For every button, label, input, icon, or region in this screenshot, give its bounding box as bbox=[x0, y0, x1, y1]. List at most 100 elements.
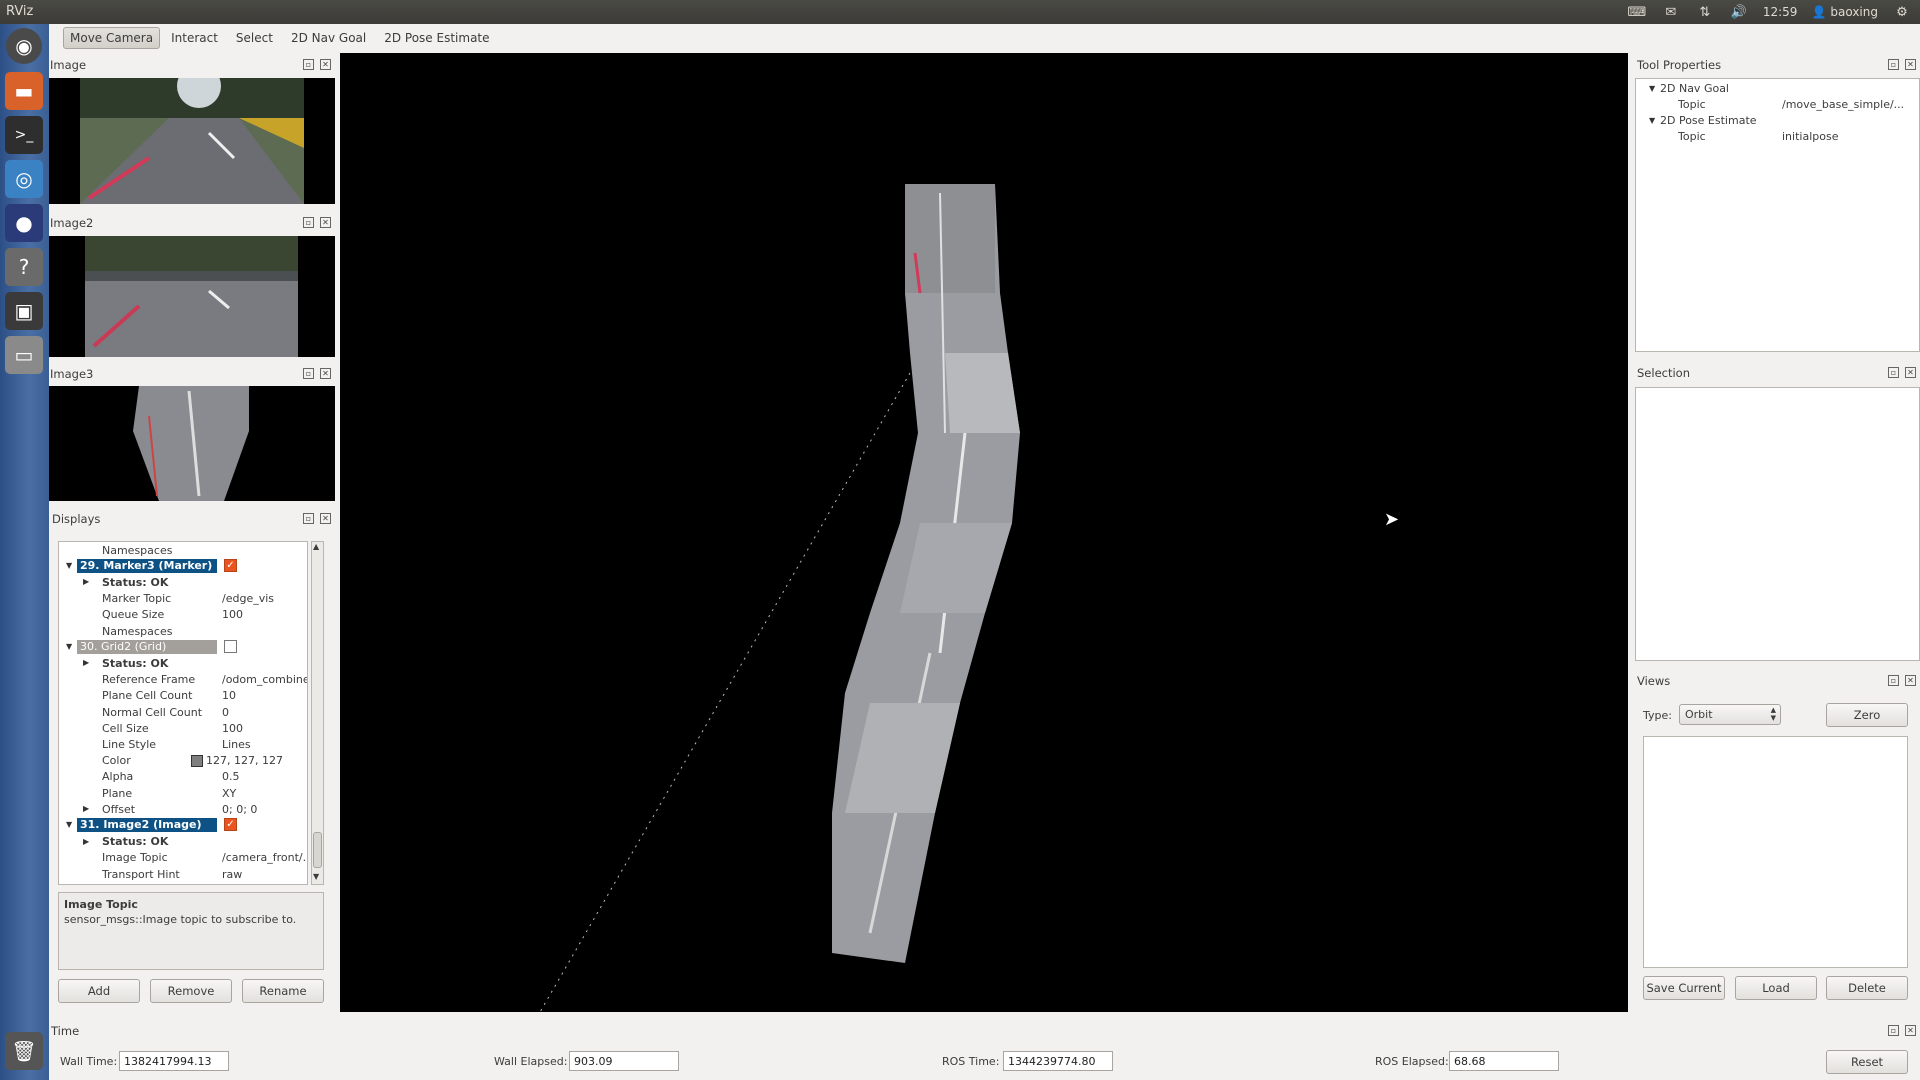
expand-arrow-icon[interactable]: ▶ bbox=[83, 804, 89, 813]
property-row[interactable]: Namespaces bbox=[59, 542, 304, 558]
tool-move-camera[interactable]: Move Camera bbox=[63, 27, 161, 49]
clock[interactable]: 12:59 bbox=[1763, 5, 1798, 19]
network-icon[interactable]: ⇅ bbox=[1695, 5, 1715, 20]
property-value[interactable]: 2 bbox=[222, 884, 307, 885]
display-name[interactable]: 29. Marker3 (Marker) bbox=[77, 559, 217, 574]
property-row[interactable]: Namespaces bbox=[59, 623, 304, 639]
close-icon[interactable]: ✕ bbox=[1905, 1025, 1916, 1036]
browser-icon[interactable]: ◎ bbox=[5, 160, 43, 198]
property-row[interactable]: Line Style Lines bbox=[59, 736, 304, 752]
tree-scrollbar[interactable]: ▲ ▼ bbox=[311, 541, 324, 885]
rename-button[interactable]: Rename bbox=[242, 979, 324, 1003]
zero-button[interactable]: Zero bbox=[1826, 703, 1908, 727]
tool-2d-pose-estimate[interactable]: 2D Pose Estimate bbox=[377, 27, 496, 49]
close-icon[interactable]: ✕ bbox=[320, 368, 331, 379]
property-value[interactable]: /camera_front/... bbox=[222, 851, 307, 864]
selection-tree[interactable] bbox=[1635, 387, 1920, 661]
ros-time-field[interactable]: 1344239774.80 bbox=[1003, 1051, 1113, 1071]
undock-icon[interactable]: ▫ bbox=[303, 59, 314, 70]
property-row[interactable]: Queue Size 100 bbox=[59, 607, 304, 623]
property-row[interactable]: Plane XY bbox=[59, 785, 304, 801]
property-value[interactable]: raw bbox=[222, 868, 307, 881]
expand-arrow-icon[interactable]: ▼ bbox=[66, 642, 72, 651]
display-group-row[interactable]: ▼ 30. Grid2 (Grid) bbox=[59, 639, 304, 655]
volume-icon[interactable]: 🔊 bbox=[1729, 5, 1749, 20]
property-value[interactable]: /odom_combinec bbox=[222, 673, 307, 686]
close-icon[interactable]: ✕ bbox=[1905, 675, 1916, 686]
property-row[interactable]: Alpha 0.5 bbox=[59, 769, 304, 785]
mail-icon[interactable]: ✉ bbox=[1661, 5, 1681, 20]
views-list[interactable] bbox=[1643, 736, 1908, 968]
enable-checkbox[interactable]: ✓ bbox=[224, 818, 237, 832]
expand-arrow-icon[interactable]: ▼ bbox=[1649, 116, 1655, 125]
property-value[interactable]: 100 bbox=[222, 608, 307, 621]
property-row[interactable]: Transport Hint raw bbox=[59, 866, 304, 882]
property-row[interactable]: Color 127, 127, 127 bbox=[59, 753, 304, 769]
undock-icon[interactable]: ▫ bbox=[1888, 675, 1899, 686]
scrollbar-thumb[interactable] bbox=[313, 832, 322, 868]
display-name[interactable]: 30. Grid2 (Grid) bbox=[77, 640, 217, 655]
ros-elapsed-field[interactable]: 68.68 bbox=[1449, 1051, 1559, 1071]
expand-arrow-icon[interactable]: ▶ bbox=[83, 658, 89, 667]
property-value[interactable]: 127, 127, 127 bbox=[206, 754, 294, 767]
color-swatch[interactable] bbox=[191, 754, 203, 767]
files-icon[interactable]: ▬ bbox=[5, 72, 43, 110]
add-button[interactable]: Add bbox=[58, 979, 140, 1003]
workspace-switcher-icon[interactable]: ▣ bbox=[5, 292, 43, 330]
property-value[interactable]: XY bbox=[222, 787, 307, 800]
property-value[interactable]: /edge_vis bbox=[222, 592, 307, 605]
trash-icon[interactable]: 🗑 bbox=[5, 1032, 43, 1070]
help-icon[interactable]: ? bbox=[5, 248, 43, 286]
tool-prop-value[interactable]: initialpose bbox=[1782, 130, 1838, 143]
display-group-row[interactable]: ▼ 31. Image2 (Image) ✓ bbox=[59, 817, 304, 833]
tool-2d-nav-goal[interactable]: 2D Nav Goal bbox=[284, 27, 373, 49]
undock-icon[interactable]: ▫ bbox=[303, 368, 314, 379]
property-row[interactable]: Reference Frame/odom_combinec bbox=[59, 672, 307, 688]
load-button[interactable]: Load bbox=[1735, 976, 1817, 1000]
expand-arrow-icon[interactable]: ▼ bbox=[66, 820, 72, 829]
tool-properties-tree[interactable]: ▼ 2D Nav Goal Topic /move_base_simple/..… bbox=[1635, 78, 1920, 352]
property-value[interactable]: 10 bbox=[222, 689, 307, 702]
terminal-icon[interactable]: >_ bbox=[5, 116, 43, 154]
property-value[interactable]: 0; 0; 0 bbox=[222, 803, 307, 816]
expand-arrow-icon[interactable]: ▶ bbox=[83, 577, 89, 586]
property-value[interactable]: 0 bbox=[222, 706, 307, 719]
display-name[interactable]: 31. Image2 (Image) bbox=[77, 818, 217, 833]
close-icon[interactable]: ✕ bbox=[320, 217, 331, 228]
expand-arrow-icon[interactable]: ▼ bbox=[66, 561, 72, 570]
undock-icon[interactable]: ▫ bbox=[1888, 1025, 1899, 1036]
close-icon[interactable]: ✕ bbox=[320, 59, 331, 70]
enable-checkbox[interactable] bbox=[224, 640, 237, 654]
user-menu[interactable]: 👤 baoxing bbox=[1811, 5, 1878, 19]
property-row[interactable]: Image Topic/camera_front/... bbox=[59, 850, 307, 866]
expand-arrow-icon[interactable]: ▼ bbox=[1649, 84, 1655, 93]
property-value[interactable]: 100 bbox=[222, 722, 307, 735]
tool-interact[interactable]: Interact bbox=[164, 27, 225, 49]
gear-icon[interactable]: ⚙ bbox=[1892, 5, 1912, 20]
save-current-button[interactable]: Save Current bbox=[1643, 976, 1725, 1000]
3d-viewport[interactable]: ➤ bbox=[340, 53, 1628, 1013]
close-icon[interactable]: ✕ bbox=[320, 513, 331, 524]
eclipse-icon[interactable]: ● bbox=[5, 204, 43, 242]
drive-icon[interactable]: ▭ bbox=[5, 336, 43, 374]
close-icon[interactable]: ✕ bbox=[1905, 59, 1916, 70]
wall-elapsed-field[interactable]: 903.09 bbox=[569, 1051, 679, 1071]
enable-checkbox[interactable]: ✓ bbox=[224, 559, 237, 573]
property-value[interactable]: Lines bbox=[222, 738, 307, 751]
keyboard-icon[interactable]: ⌨ bbox=[1627, 5, 1647, 20]
display-group-row[interactable]: ▼ 29. Marker3 (Marker) ✓ bbox=[59, 558, 304, 574]
wall-time-field[interactable]: 1382417994.13 bbox=[119, 1051, 229, 1071]
property-row[interactable]: ▶ Offset 0; 0; 0 bbox=[59, 801, 304, 817]
property-row[interactable]: ▶ Status: OK bbox=[59, 574, 304, 590]
displays-tree[interactable]: Namespaces ▼ 29. Marker3 (Marker) ✓ ▶ Status:… bbox=[58, 541, 308, 885]
property-row[interactable]: ▶ Status: OK bbox=[59, 834, 304, 850]
close-icon[interactable]: ✕ bbox=[1905, 367, 1916, 378]
property-row[interactable]: ▶ Status: OK bbox=[59, 655, 304, 671]
property-row[interactable]: Cell Size 100 bbox=[59, 720, 304, 736]
property-row[interactable]: Plane Cell Count 10 bbox=[59, 688, 304, 704]
undock-icon[interactable]: ▫ bbox=[303, 513, 314, 524]
scrollbar-down-arrow[interactable]: ▼ bbox=[313, 872, 319, 881]
remove-button[interactable]: Remove bbox=[150, 979, 232, 1003]
undock-icon[interactable]: ▫ bbox=[1888, 59, 1899, 70]
delete-button[interactable]: Delete bbox=[1826, 976, 1908, 1000]
